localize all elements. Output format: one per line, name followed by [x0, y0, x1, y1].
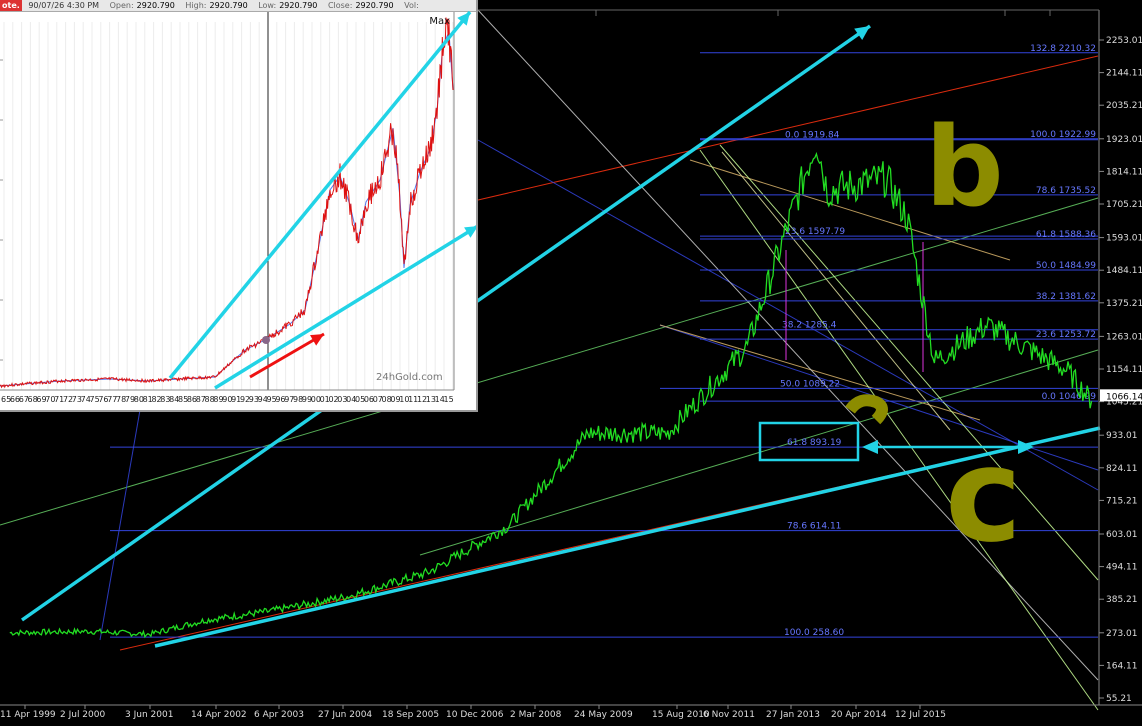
x-tick-label: 27 Jun 2004 [318, 710, 372, 720]
fib-right-level-label: 132.8 2210.32 [1030, 44, 1096, 54]
inset-cyan-arrow-lower [214, 225, 476, 390]
x-tick-label: 20 Apr 2014 [831, 710, 887, 720]
inset-brand-watermark: 24hGold.com [376, 372, 443, 383]
x-tick-label: 12 Jul 2015 [895, 710, 946, 720]
y-tick-label: 1154.11 [1106, 365, 1142, 375]
fib-right-level-label: 23.6 1253.72 [1036, 330, 1096, 340]
fib-left-level-label: 50.0 1089.22 [780, 379, 840, 389]
y-tick-label: 715.21 [1106, 496, 1138, 506]
fib-left-level-label: 38.2 1285.4 [782, 321, 837, 331]
fib-right-level-label: 50.0 1484.99 [1036, 261, 1096, 271]
fib-right-level-label: 38.2 1381.62 [1036, 292, 1096, 302]
wave-label-c: c [945, 419, 1022, 571]
y-tick-label: 2253.01 [1106, 36, 1142, 46]
inset-price-line [0, 17, 454, 389]
dotted-guide-line [99, 409, 141, 641]
cyan-double-arrow-left-head [862, 440, 878, 454]
fib-left-level-label: 78.6 614.11 [787, 522, 841, 532]
fib-right-level-label: 100.0 1922.99 [1030, 130, 1096, 140]
x-tick-label: 2 Jul 2000 [60, 710, 105, 720]
fib-left-level-label: 100.0 258.60 [784, 628, 844, 638]
inset-crosshair-marker [262, 336, 270, 344]
y-tick-label: 1923.01 [1106, 135, 1142, 145]
inset-chart-panel[interactable]: ote. 90/07/26 4:30 PM Open: 2920.790 High… [0, 0, 478, 412]
inset-chart-svg: 6566676869707172737475767778798081828384… [0, 10, 476, 404]
y-tick-label: 1375.21 [1106, 299, 1142, 309]
inset-average-line [0, 31, 454, 387]
x-tick-label: 3 Jun 2001 [125, 710, 173, 720]
red-channel-line-upper [477, 55, 1099, 201]
y-tick-label: 1814.11 [1106, 167, 1142, 177]
fib-right-level-label: 61.8 1588.36 [1036, 230, 1096, 240]
y-tick-label: 1593.01 [1106, 234, 1142, 244]
x-tick-label: 11 Apr 1999 [0, 710, 56, 720]
x-tick-label: 14 Apr 2002 [191, 710, 247, 720]
x-tick-label: 2 Mar 2008 [510, 710, 562, 720]
cyan-arrow-upper-channel-head [854, 26, 870, 40]
fib-right-level-label: 0.0 1046.99 [1042, 392, 1097, 402]
y-tick-label: 1263.01 [1106, 332, 1142, 342]
wave-label-b: b [925, 103, 1004, 231]
y-tick-label: 273.01 [1106, 629, 1138, 639]
y-tick-label: 385.21 [1106, 595, 1138, 605]
y-tick-label: 824.11 [1106, 464, 1138, 474]
current-price-label: 1066.14 [1106, 392, 1142, 402]
inset-x-tick-label: 15 [444, 395, 454, 404]
y-tick-label: 1484.11 [1106, 266, 1142, 276]
fib-left-level-label: 23.6 1597.79 [785, 227, 845, 237]
x-tick-label: 24 May 2009 [574, 710, 633, 720]
x-tick-label: 6 Nov 2011 [703, 710, 755, 720]
y-tick-label: 164.11 [1106, 661, 1138, 671]
y-tick-label: 933.01 [1106, 431, 1138, 441]
y-tick-label: 494.11 [1106, 563, 1138, 573]
x-tick-label: 18 Sep 2005 [382, 710, 439, 720]
y-tick-label: 603.01 [1106, 530, 1138, 540]
y-tick-label: 2035.21 [1106, 101, 1142, 111]
fib-right-level-label: 78.6 1735.52 [1036, 186, 1096, 196]
y-tick-label: 2144.11 [1106, 69, 1142, 79]
x-tick-label: 10 Dec 2006 [446, 710, 504, 720]
y-tick-label: 1705.21 [1106, 200, 1142, 210]
fib-left-level-label: 61.8 893.19 [787, 438, 842, 448]
x-tick-label: 27 Jan 2013 [766, 710, 820, 720]
inset-max-label[interactable]: Max [429, 16, 450, 27]
y-tick-label: 55.21 [1106, 694, 1132, 704]
x-tick-label: 6 Apr 2003 [254, 710, 304, 720]
x-tick-label: 15 Aug 2010 [652, 710, 710, 720]
